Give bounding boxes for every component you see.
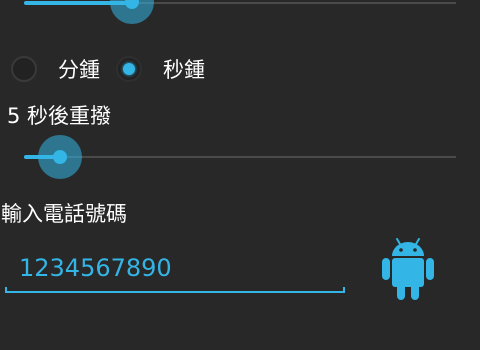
phone-label: 輸入電話號碼 — [1, 202, 127, 226]
phone-input-underline-right-tick — [343, 287, 345, 293]
radio-minutes[interactable] — [11, 56, 37, 82]
phone-input-underline-left-tick — [5, 287, 7, 293]
radio-seconds[interactable] — [116, 56, 142, 82]
radio-seconds-label[interactable]: 秒鍾 — [163, 57, 205, 83]
android-robot-icon[interactable] — [380, 236, 436, 302]
redial-slider-thumb-dot — [53, 150, 67, 164]
redial-delay-label: 5 秒後重撥 — [7, 104, 112, 128]
phone-input-underline — [5, 291, 345, 293]
redial-slider-track — [24, 156, 456, 158]
radio-minutes-label[interactable]: 分鍾 — [58, 57, 100, 83]
phone-number-input[interactable]: 1234567890 — [6, 250, 344, 292]
